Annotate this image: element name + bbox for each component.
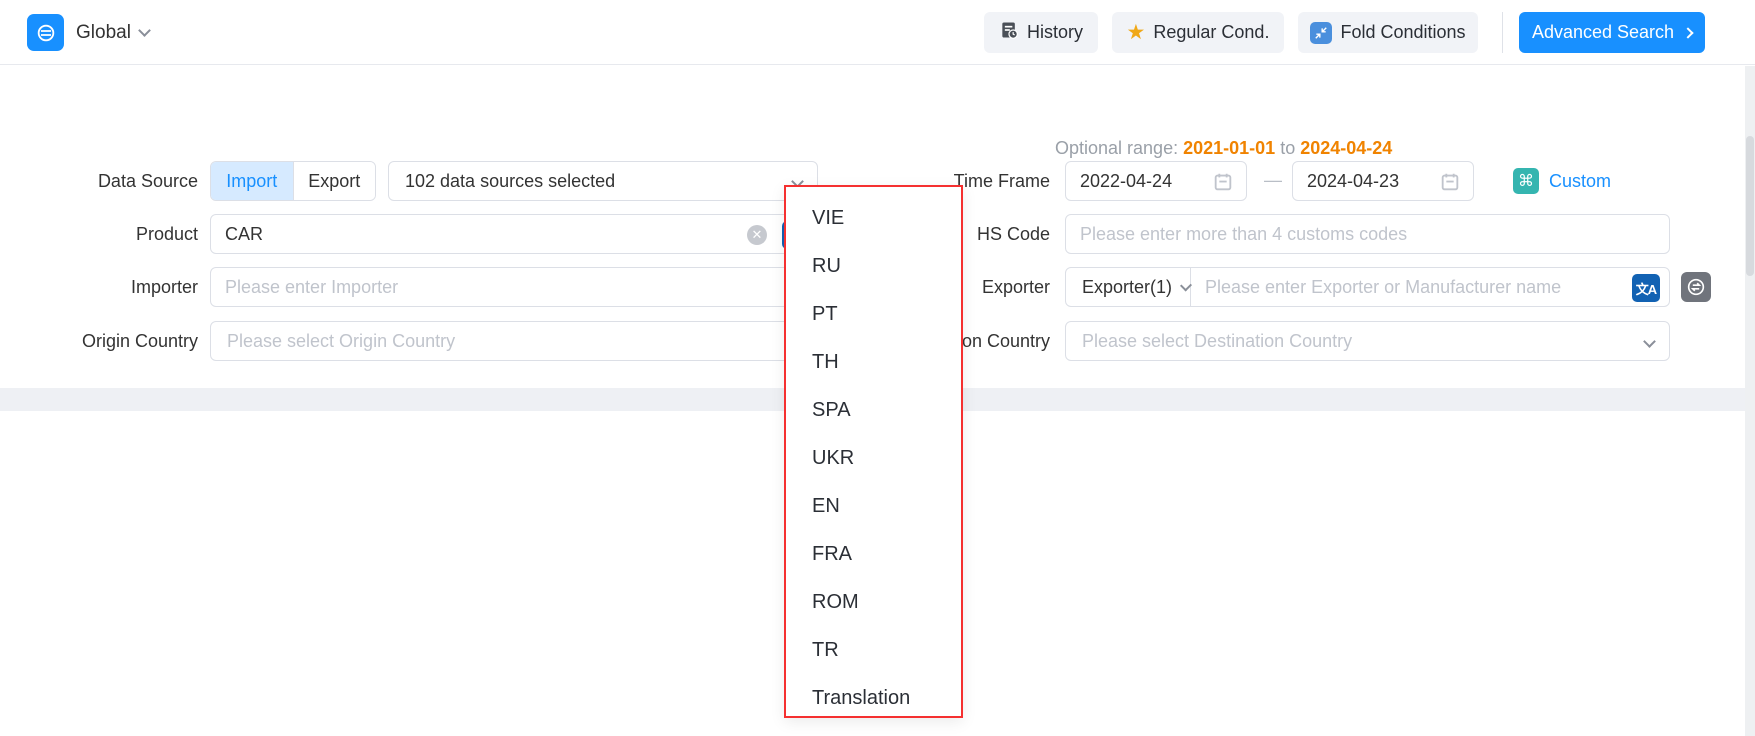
- history-button[interactable]: History: [984, 12, 1098, 53]
- product-input-box: ✕ 文A: [210, 214, 820, 254]
- command-icon: ⌘: [1513, 168, 1539, 194]
- date-range-separator: —: [1255, 161, 1291, 201]
- chevron-right-icon: [1682, 27, 1693, 38]
- language-option[interactable]: UKR: [786, 434, 961, 482]
- star-icon: ★: [1127, 22, 1146, 43]
- exporter-input-box: Exporter(1) 文A: [1065, 267, 1670, 307]
- chevron-down-icon: [1643, 335, 1656, 348]
- scrollbar-track[interactable]: [1745, 66, 1755, 736]
- fold-conditions-label: Fold Conditions: [1340, 22, 1465, 43]
- optional-range-end: 2024-04-24: [1300, 138, 1392, 158]
- language-option[interactable]: RU: [786, 242, 961, 290]
- custom-range-button[interactable]: ⌘ Custom: [1513, 168, 1611, 194]
- product-input[interactable]: [211, 215, 819, 253]
- exporter-input[interactable]: [1191, 268, 1669, 306]
- language-option[interactable]: PT: [786, 290, 961, 338]
- hs-code-input-box: [1065, 214, 1670, 254]
- calendar-icon: [1439, 171, 1461, 198]
- language-option[interactable]: EN: [786, 482, 961, 530]
- importer-input[interactable]: [211, 268, 819, 306]
- optional-range-label: Optional range:: [1055, 138, 1178, 158]
- regular-cond-button[interactable]: ★ Regular Cond.: [1112, 12, 1284, 53]
- optional-range-text: Optional range: 2021-01-01 to 2024-04-24: [1055, 138, 1392, 159]
- language-option[interactable]: SPA: [786, 386, 961, 434]
- export-tab[interactable]: Export: [293, 162, 376, 200]
- exporter-type-select[interactable]: Exporter(1): [1066, 268, 1191, 306]
- import-tab[interactable]: Import: [211, 162, 293, 200]
- data-sources-select[interactable]: 102 data sources selected: [388, 161, 818, 201]
- history-icon: [999, 20, 1019, 45]
- chevron-down-icon[interactable]: [138, 24, 151, 37]
- fold-conditions-button[interactable]: Fold Conditions: [1298, 12, 1478, 53]
- scrollbar-thumb[interactable]: [1746, 136, 1754, 276]
- advanced-search-button[interactable]: Advanced Search: [1519, 12, 1705, 53]
- data-source-label: Data Source: [40, 161, 198, 201]
- language-option[interactable]: TH: [786, 338, 961, 386]
- origin-country-select[interactable]: Please select Origin Country: [210, 321, 820, 361]
- language-option[interactable]: ROM: [786, 578, 961, 626]
- translate-icon[interactable]: 文A: [1632, 274, 1660, 302]
- top-bar: Global History ★ Regular Cond. Fold Cond…: [0, 0, 1755, 65]
- origin-country-label: Origin Country: [40, 321, 198, 361]
- custom-label: Custom: [1549, 171, 1611, 192]
- optional-range-to: to: [1280, 138, 1295, 158]
- data-sources-value: 102 data sources selected: [389, 171, 615, 192]
- globe-logo-icon[interactable]: [27, 14, 64, 51]
- clear-icon[interactable]: ✕: [747, 225, 767, 245]
- destination-country-select[interactable]: Please select Destination Country: [1065, 321, 1670, 361]
- calendar-icon: [1212, 171, 1234, 198]
- data-source-toggle: Import Export: [210, 161, 376, 201]
- language-option[interactable]: VIE: [786, 194, 961, 242]
- time-end-input[interactable]: [1292, 161, 1474, 201]
- importer-input-box: [210, 267, 820, 307]
- region-selector-label[interactable]: Global: [76, 0, 131, 65]
- language-option[interactable]: FRA: [786, 530, 961, 578]
- fold-icon: [1310, 22, 1332, 44]
- history-label: History: [1027, 22, 1083, 43]
- language-option[interactable]: Translation: [786, 674, 961, 722]
- language-option[interactable]: TR: [786, 626, 961, 674]
- advanced-search-label: Advanced Search: [1532, 22, 1674, 43]
- time-start-input[interactable]: [1065, 161, 1247, 201]
- regular-cond-label: Regular Cond.: [1153, 22, 1269, 43]
- product-label: Product: [40, 214, 198, 254]
- toolbar-divider: [1502, 12, 1503, 53]
- importer-label: Importer: [40, 267, 198, 307]
- destination-country-placeholder: Please select Destination Country: [1066, 331, 1352, 352]
- hs-code-input[interactable]: [1066, 215, 1669, 253]
- exporter-type-value: Exporter(1): [1082, 277, 1172, 298]
- language-dropdown: VIERUPTTHSPAUKRENFRAROMTRTranslation: [784, 185, 963, 718]
- trade-search-app: Global History ★ Regular Cond. Fold Cond…: [0, 0, 1755, 736]
- origin-country-placeholder: Please select Origin Country: [211, 331, 455, 352]
- optional-range-start: 2021-01-01: [1183, 138, 1275, 158]
- synonym-search-icon[interactable]: [1681, 272, 1711, 302]
